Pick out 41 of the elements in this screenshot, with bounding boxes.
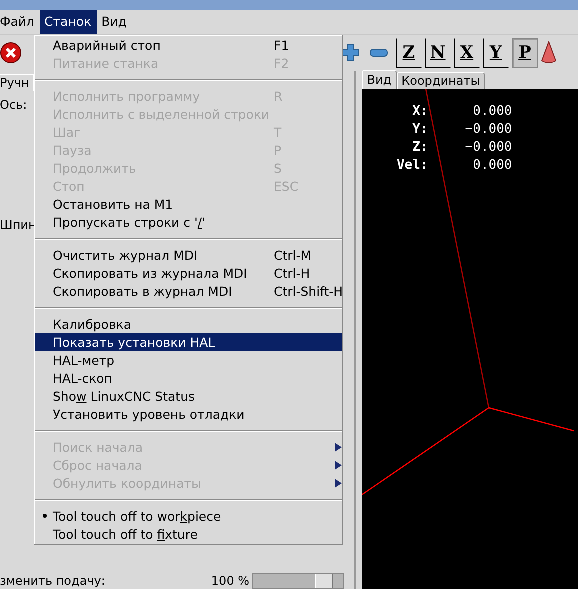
menu-entry[interactable]: Скопировать из журнала MDI Ctrl-H xyxy=(35,264,342,282)
menu-entry[interactable]: HAL-скоп xyxy=(35,369,342,387)
view-button[interactable]: N xyxy=(425,38,451,68)
menu-entry[interactable]: Tool touch off to fixture xyxy=(35,525,342,543)
feed-value: 100 % xyxy=(211,573,250,589)
dro-value: −0.000 xyxy=(464,122,512,138)
menu-entry[interactable]: Показать установки HAL xyxy=(35,333,342,351)
feed-slider[interactable] xyxy=(252,573,344,589)
menu-item[interactable]: Вид xyxy=(96,10,132,34)
notebook-tab[interactable]: Координаты xyxy=(396,72,486,89)
menu-entry[interactable]: HAL-метр xyxy=(35,351,342,369)
menu-entry[interactable]: Установить уровень отладки xyxy=(35,405,342,423)
menu-entry[interactable]: Пропускать строки с '/' xyxy=(35,213,342,231)
menu-item[interactable]: Станок xyxy=(40,10,97,34)
slider-thumb[interactable] xyxy=(315,574,334,588)
stop-icon[interactable] xyxy=(0,42,22,64)
cone-icon[interactable] xyxy=(541,41,557,65)
dro-value: 0.000 xyxy=(472,158,512,174)
dro-axis: X: xyxy=(412,104,428,120)
menu-entry[interactable]: Show LinuxCNC Status xyxy=(35,387,342,405)
notebook-tab[interactable]: Вид xyxy=(362,70,397,89)
axis-label: Ось: xyxy=(0,97,28,113)
menu-item[interactable]: Файл xyxy=(0,10,40,34)
view-button[interactable]: X xyxy=(454,38,480,68)
dro-value: −0.000 xyxy=(464,140,512,156)
menu-entry[interactable]: Очистить журнал MDI Ctrl-M xyxy=(35,246,342,264)
plus-icon[interactable] xyxy=(342,44,360,62)
view-button[interactable]: Y xyxy=(483,38,509,68)
menu-entry[interactable]: Остановить на M1 xyxy=(35,195,342,213)
dro-axis: Vel: xyxy=(396,158,428,174)
menu-entry[interactable]: Калибровка xyxy=(35,315,342,333)
menu-entry[interactable]: Tool touch off to workpiece xyxy=(35,507,342,525)
minus-icon[interactable] xyxy=(370,49,388,57)
view-button[interactable]: P xyxy=(512,38,538,68)
dro-axis: Z: xyxy=(412,140,428,156)
dro-value: 0.000 xyxy=(472,104,512,120)
view-button[interactable]: Z xyxy=(396,38,422,68)
feed-label: зменить подачу: xyxy=(0,573,106,589)
menu-entry[interactable]: Аварийный стоп F1 xyxy=(35,36,342,54)
menu-entry[interactable]: Скопировать в журнал MDI Ctrl-Shift-H xyxy=(35,282,342,300)
dro-axis: Y: xyxy=(412,122,428,138)
